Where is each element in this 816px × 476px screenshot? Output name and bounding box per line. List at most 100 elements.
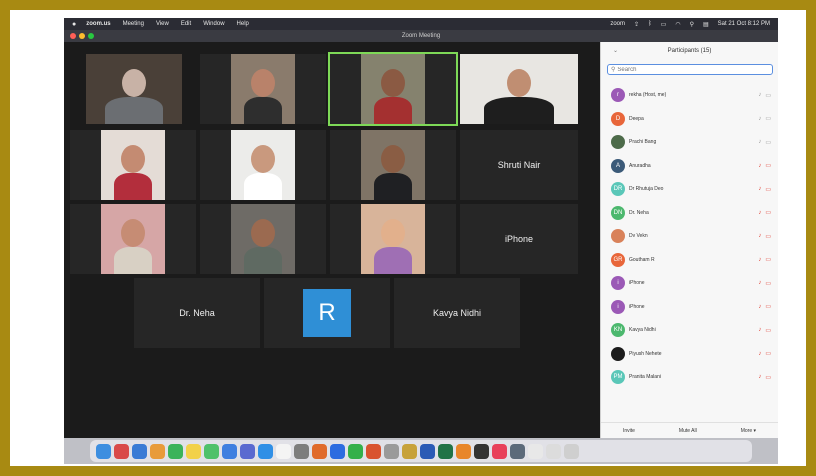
camera-icon[interactable]: ▭ xyxy=(765,186,771,193)
mic-muted-icon[interactable]: ♪ xyxy=(758,257,761,263)
camera-icon[interactable]: ▭ xyxy=(765,280,771,287)
menu-meeting[interactable]: Meeting xyxy=(123,21,144,27)
app-icon-blue[interactable] xyxy=(222,443,237,459)
camera-icon[interactable]: ▭ xyxy=(765,209,771,216)
video-tile[interactable] xyxy=(70,204,196,274)
camera-icon[interactable]: ▭ xyxy=(765,162,771,169)
participant-row[interactable]: DN Dr. Neha ♪ ▭ xyxy=(611,204,771,222)
camera-icon[interactable]: ▭ xyxy=(765,374,771,381)
vlc-icon[interactable] xyxy=(456,443,471,459)
zoom-icon[interactable] xyxy=(330,443,345,459)
status-upload-icon[interactable]: ⇪ xyxy=(634,21,639,28)
mic-icon[interactable]: ♪ xyxy=(758,139,761,145)
launchpad-icon[interactable] xyxy=(114,443,129,459)
excel-icon[interactable] xyxy=(438,443,453,459)
video-tile[interactable]: iPhone xyxy=(460,204,578,274)
participant-row[interactable]: Piyush Nehete ♪ ▭ xyxy=(611,345,771,363)
app-icon-grey[interactable] xyxy=(510,443,525,459)
participant-row[interactable]: GR Goutham R ♪ ▭ xyxy=(611,251,771,269)
messages-icon[interactable] xyxy=(204,443,219,459)
calendar-icon[interactable] xyxy=(276,443,291,459)
battery-icon[interactable]: ▭ xyxy=(661,21,667,28)
control-center-icon[interactable]: ▤ xyxy=(703,21,709,28)
wifi-icon[interactable]: ◠ xyxy=(675,21,680,28)
video-tile[interactable] xyxy=(330,204,456,274)
participant-row[interactable]: Prachi Bang ♪ ▭ xyxy=(611,133,771,151)
video-tile[interactable] xyxy=(70,130,196,200)
participant-row[interactable]: A Anuradha ♪ ▭ xyxy=(611,157,771,175)
mic-muted-icon[interactable]: ♪ xyxy=(758,351,761,357)
mic-muted-icon[interactable]: ♪ xyxy=(758,374,761,380)
trash-icon[interactable] xyxy=(564,443,579,459)
participant-row[interactable]: PM Pranita Malani ♪ ▭ xyxy=(611,368,771,386)
mic-muted-icon[interactable]: ♪ xyxy=(758,280,761,286)
video-tile[interactable] xyxy=(328,52,458,126)
menu-edit[interactable]: Edit xyxy=(181,21,191,27)
camera-icon[interactable]: ▭ xyxy=(765,92,771,99)
participant-search[interactable]: ⚲ xyxy=(607,64,773,75)
video-tile[interactable] xyxy=(200,54,326,124)
camera-icon[interactable]: ▭ xyxy=(765,115,771,122)
help-icon[interactable] xyxy=(384,443,399,459)
mail-icon[interactable] xyxy=(132,443,147,459)
invite-button[interactable]: Invite xyxy=(623,428,635,434)
datetime[interactable]: Sat 21 Oct 8:12 PM xyxy=(718,21,770,27)
camera-icon[interactable]: ▭ xyxy=(765,233,771,240)
photos-icon[interactable] xyxy=(150,443,165,459)
apple-menu-icon[interactable]: ● xyxy=(72,21,76,28)
video-tile[interactable] xyxy=(330,130,456,200)
camera-icon[interactable]: ▭ xyxy=(765,350,771,357)
whatsapp-icon[interactable] xyxy=(348,443,363,459)
more-button[interactable]: More ▾ xyxy=(741,428,756,434)
search-icon[interactable]: ⚲ xyxy=(690,21,694,28)
video-tile[interactable] xyxy=(460,54,578,124)
bluetooth-icon[interactable]: ᛒ xyxy=(648,21,652,27)
camera-icon[interactable]: ▭ xyxy=(765,327,771,334)
app-icon-multi[interactable] xyxy=(402,443,417,459)
appstore-icon[interactable] xyxy=(258,443,273,459)
video-tile[interactable] xyxy=(200,130,326,200)
mic-muted-icon[interactable]: ♪ xyxy=(758,233,761,239)
minimize-window-button[interactable] xyxy=(79,33,85,39)
menu-app-name[interactable]: zoom.us xyxy=(86,21,110,27)
video-tile[interactable]: R xyxy=(264,278,390,348)
video-tile[interactable] xyxy=(200,204,326,274)
camera-icon[interactable]: ▭ xyxy=(765,256,771,263)
mic-icon[interactable]: ♪ xyxy=(758,92,761,98)
video-tile[interactable] xyxy=(86,54,182,124)
participant-row[interactable]: D Deepa ♪ ▭ xyxy=(611,110,771,128)
music-icon[interactable] xyxy=(492,443,507,459)
participant-row[interactable]: DR Dr Rhutuja Deo ♪ ▭ xyxy=(611,180,771,198)
mic-muted-icon[interactable]: ♪ xyxy=(758,186,761,192)
maximize-window-button[interactable] xyxy=(88,33,94,39)
participant-search-input[interactable] xyxy=(617,66,758,73)
camera-icon[interactable]: ▭ xyxy=(765,139,771,146)
participant-row[interactable]: KN Kavya Nidhi ♪ ▭ xyxy=(611,321,771,339)
video-tile[interactable]: Dr. Neha xyxy=(134,278,260,348)
participant-row[interactable]: Dv Vekn ♪ ▭ xyxy=(611,227,771,245)
menu-window[interactable]: Window xyxy=(203,21,224,27)
firefox-icon[interactable] xyxy=(312,443,327,459)
video-tile[interactable]: Kavya Nidhi xyxy=(394,278,520,348)
menu-help[interactable]: Help xyxy=(237,21,249,27)
mic-icon[interactable]: ♪ xyxy=(758,116,761,122)
mic-muted-icon[interactable]: ♪ xyxy=(758,210,761,216)
facetime-icon[interactable] xyxy=(168,443,183,459)
mic-muted-icon[interactable]: ♪ xyxy=(758,327,761,333)
participant-row[interactable]: i iPhone ♪ ▭ xyxy=(611,298,771,316)
menu-view[interactable]: View xyxy=(156,21,169,27)
star-icon[interactable] xyxy=(240,443,255,459)
camera-icon[interactable]: ▭ xyxy=(765,303,771,310)
settings-icon[interactable] xyxy=(294,443,309,459)
participant-row[interactable]: r rekha (Host, me) ♪ ▭ xyxy=(611,86,771,104)
video-tile[interactable]: Shruti Nair xyxy=(460,130,578,200)
close-window-button[interactable] xyxy=(70,33,76,39)
finder-icon[interactable] xyxy=(96,443,111,459)
participant-row[interactable]: i iPhone ♪ ▭ xyxy=(611,274,771,292)
status-zoom-label[interactable]: zoom xyxy=(610,21,625,27)
app-icon-red[interactable] xyxy=(366,443,381,459)
mute-all-button[interactable]: Mute All xyxy=(679,428,697,434)
document-icon[interactable] xyxy=(528,443,543,459)
app-icon-dark[interactable] xyxy=(474,443,489,459)
word-icon[interactable] xyxy=(420,443,435,459)
